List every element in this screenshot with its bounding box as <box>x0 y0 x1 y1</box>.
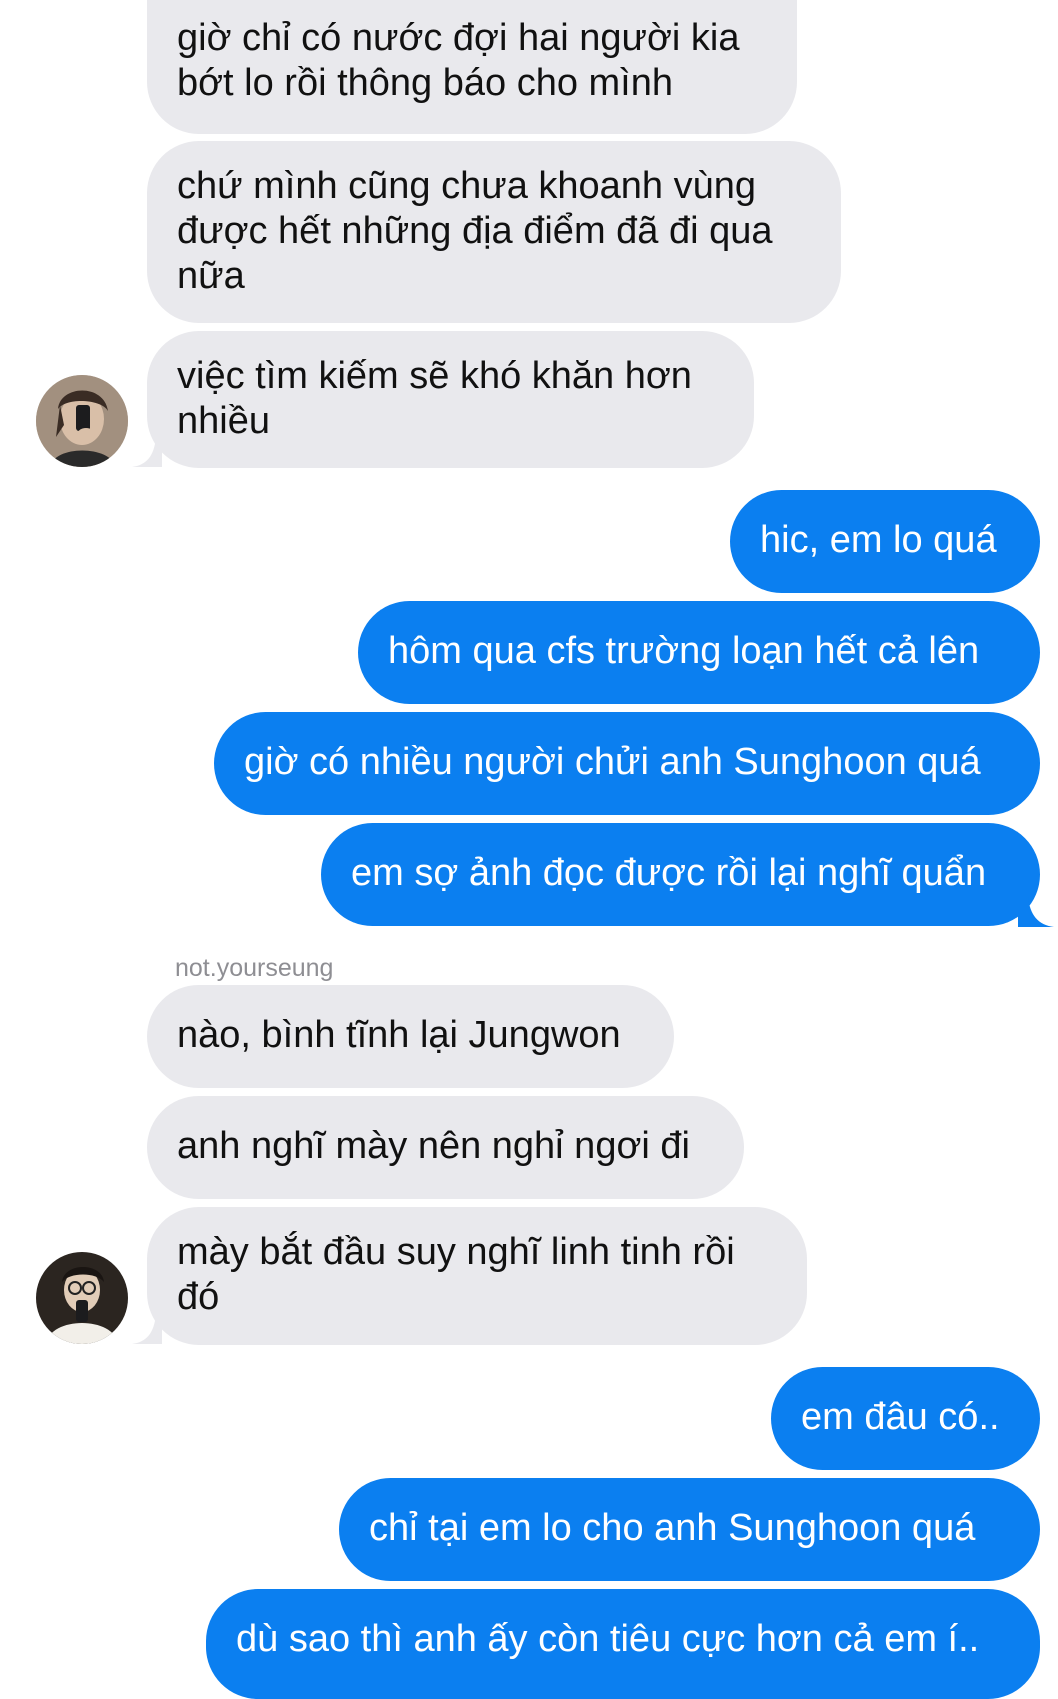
message-bubble-incoming[interactable]: nào, bình tĩnh lại Jungwon <box>147 985 674 1088</box>
sender-name: not.yourseung <box>175 954 334 982</box>
message-bubble-outgoing[interactable]: giờ có nhiều người chửi anh Sunghoon quá <box>214 712 1040 815</box>
message-bubble-outgoing[interactable]: dù sao thì anh ấy còn tiêu cực hơn cả em… <box>206 1589 1040 1699</box>
avatar-mirror-selfie-icon <box>36 375 128 467</box>
bubble-tail-outgoing <box>1018 897 1054 927</box>
avatar-mirror-selfie-glasses-icon <box>36 1252 128 1344</box>
message-bubble-outgoing[interactable]: em sợ ảnh đọc được rồi lại nghĩ quẩn <box>321 823 1040 926</box>
message-bubble-outgoing[interactable]: hôm qua cfs trường loạn hết cả lên <box>358 601 1040 704</box>
avatar[interactable] <box>36 375 128 467</box>
message-bubble-incoming[interactable]: chứ mình cũng chưa khoanh vùng được hết … <box>147 141 841 323</box>
message-bubble-outgoing[interactable]: hic, em lo quá <box>730 490 1040 593</box>
message-bubble-outgoing[interactable]: em đâu có.. <box>771 1367 1040 1470</box>
message-bubble-outgoing[interactable]: chỉ tại em lo cho anh Sunghoon quá <box>339 1478 1040 1581</box>
avatar[interactable] <box>36 1252 128 1344</box>
message-bubble-incoming[interactable]: giờ chỉ có nước đợi hai người kia bớt lo… <box>147 0 797 134</box>
message-bubble-incoming[interactable]: anh nghĩ mày nên nghỉ ngơi đi <box>147 1096 744 1199</box>
message-bubble-incoming[interactable]: việc tìm kiếm sẽ khó khăn hơn nhiều <box>147 331 754 468</box>
bubble-tail-incoming <box>132 1314 162 1344</box>
bubble-tail-incoming <box>132 437 162 467</box>
message-bubble-incoming[interactable]: mày bắt đầu suy nghĩ linh tinh rồi đó <box>147 1207 807 1345</box>
